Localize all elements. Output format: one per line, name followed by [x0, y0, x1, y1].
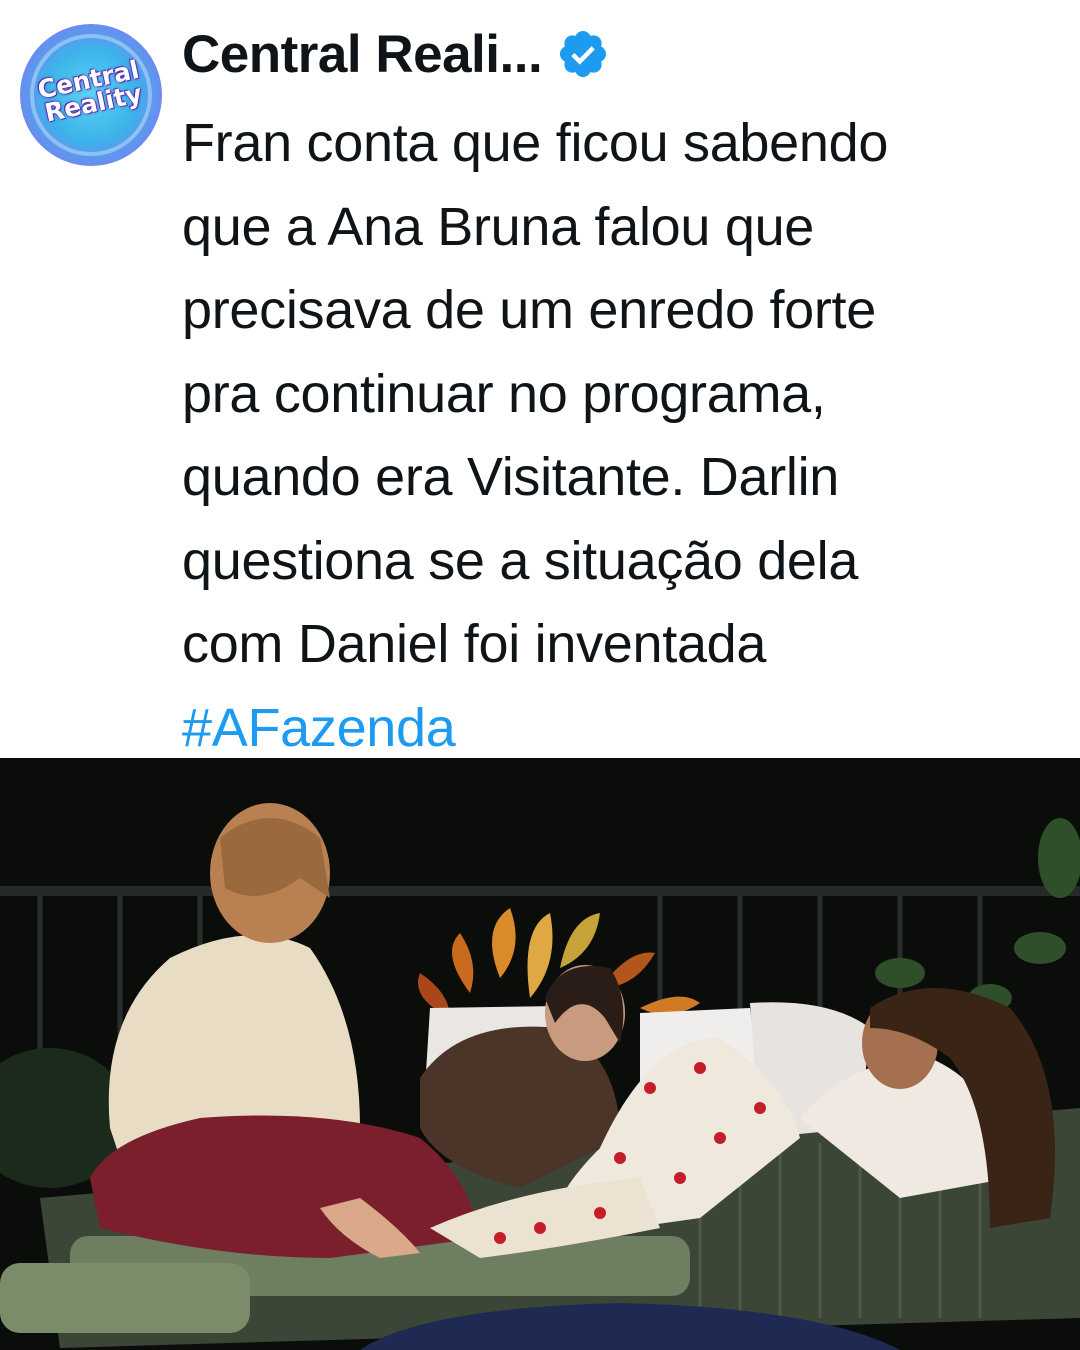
author-name[interactable]: Central Reali... — [182, 24, 543, 85]
tweet-text-line: precisava de um enredo forte — [182, 280, 876, 340]
author-avatar[interactable]: Central Reality — [20, 24, 162, 166]
author-row: Central Reali... — [182, 24, 610, 84]
tweet-text-line: questiona se a situação dela — [182, 530, 859, 591]
tweet-card: Central Reality Central Reali... Fran co… — [0, 0, 1080, 758]
tweet-text-line: Fran conta que ficou sabendo — [182, 113, 889, 173]
tweet-text-line: que a Ana Bruna falou que — [182, 196, 815, 257]
tweet-text-line: quando era Visitante. Darlin — [182, 447, 840, 507]
tweet-media-image[interactable] — [0, 758, 1080, 1350]
photo-icon — [0, 758, 1080, 1350]
tweet-text: Fran conta que ficou sabendo que a Ana B… — [182, 102, 1062, 770]
verified-badge-icon — [560, 30, 607, 78]
tweet-text-line: pra continuar no programa, — [182, 363, 826, 424]
tweet-text-line: com Daniel foi inventada — [182, 614, 767, 674]
